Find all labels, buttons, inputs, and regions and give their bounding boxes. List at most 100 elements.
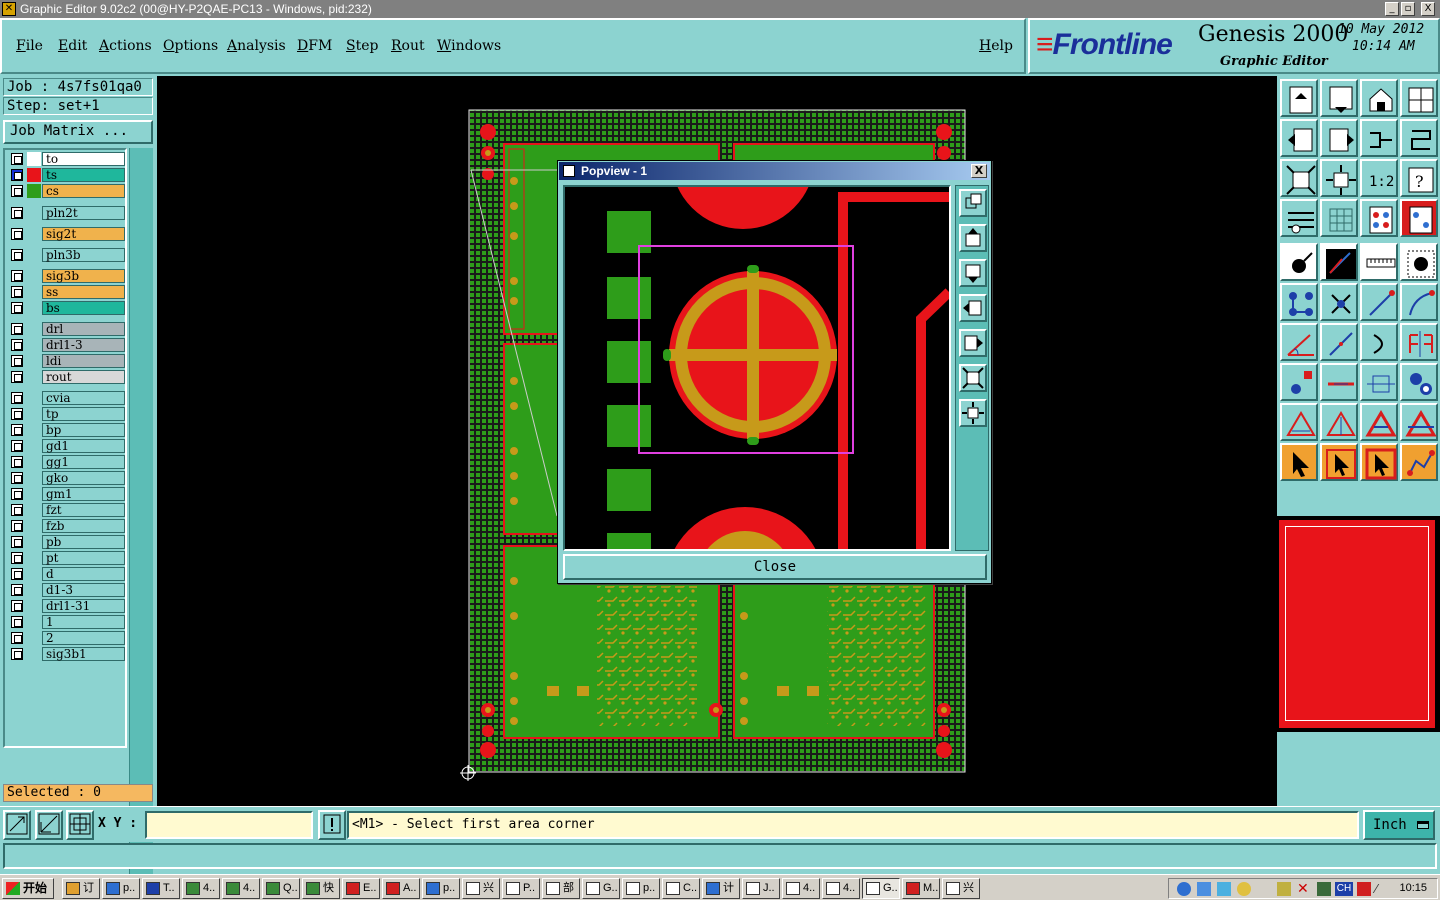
- layer-checkbox[interactable]: [11, 456, 23, 468]
- zoom-out-icon[interactable]: [1280, 119, 1318, 157]
- layer-name[interactable]: cvia: [42, 391, 125, 405]
- layer-checkbox[interactable]: [11, 552, 23, 564]
- taskbar-item[interactable]: 快: [302, 878, 340, 899]
- pop-down-icon[interactable]: [959, 259, 987, 287]
- layer-color-swatch[interactable]: [27, 301, 41, 315]
- layer-row-drl1-3[interactable]: drl1-3: [7, 338, 125, 352]
- pointer-icon[interactable]: [1280, 443, 1318, 481]
- taskbar-item[interactable]: 兴: [462, 878, 500, 899]
- command-line[interactable]: [3, 843, 1437, 869]
- taskbar-item[interactable]: 订: [62, 878, 100, 899]
- layer-checkbox[interactable]: [11, 286, 23, 298]
- layer-row-pt[interactable]: pt: [7, 551, 125, 565]
- pop-right-icon[interactable]: [959, 329, 987, 357]
- taskbar-item[interactable]: 4..: [222, 878, 260, 899]
- center-icon[interactable]: [1320, 159, 1358, 197]
- surface4-icon[interactable]: [1400, 403, 1438, 441]
- grid-mode-icon[interactable]: [66, 810, 94, 840]
- layer-row-tp[interactable]: tp: [7, 407, 125, 421]
- layer-name[interactable]: fzb: [42, 519, 125, 533]
- layer-row-pln2t[interactable]: pln2t: [7, 206, 125, 220]
- x-app-tray-icon[interactable]: ✕: [1297, 882, 1311, 896]
- layer-name[interactable]: tp: [42, 407, 125, 421]
- taskbar-item[interactable]: Q..: [262, 878, 300, 899]
- snap-icon[interactable]: [1360, 199, 1398, 237]
- layer-checkbox[interactable]: [11, 440, 23, 452]
- layer-name[interactable]: bp: [42, 423, 125, 437]
- pen-icon[interactable]: [1277, 882, 1291, 896]
- layer-color-swatch[interactable]: [27, 338, 41, 352]
- layer-name[interactable]: to: [42, 152, 125, 166]
- menu-windows[interactable]: Windows: [437, 38, 501, 54]
- menu-file[interactable]: File: [16, 38, 43, 54]
- layer-row-sig2t[interactable]: sig2t: [7, 227, 125, 241]
- layer-name[interactable]: sig3b: [42, 269, 125, 283]
- ie-icon[interactable]: [1177, 882, 1191, 896]
- layer-checkbox[interactable]: [11, 488, 23, 500]
- surface3-icon[interactable]: [1360, 403, 1398, 441]
- layer-name[interactable]: drl1-31: [42, 599, 125, 613]
- zoom-in-icon[interactable]: [1320, 119, 1358, 157]
- layer-checkbox[interactable]: [11, 207, 23, 219]
- layer-color-swatch[interactable]: [27, 423, 41, 437]
- app-icon[interactable]: ✕: [2, 2, 16, 16]
- layer-checkbox[interactable]: [11, 323, 23, 335]
- layer-row-gg1[interactable]: gg1: [7, 455, 125, 469]
- home-icon[interactable]: [1360, 79, 1398, 117]
- layer-checkbox[interactable]: [11, 185, 23, 197]
- undo-zoom-icon[interactable]: [1360, 119, 1398, 157]
- layer-color-swatch[interactable]: [27, 227, 41, 241]
- maximize-button[interactable]: ▫: [1401, 2, 1415, 16]
- job-matrix-button[interactable]: Job Matrix ...: [3, 120, 153, 144]
- layer-scrollbar[interactable]: [129, 148, 153, 878]
- taskbar-item[interactable]: E..: [342, 878, 380, 899]
- layer-checkbox[interactable]: [11, 504, 23, 516]
- layer-name[interactable]: cs: [42, 184, 125, 198]
- up-arrow-icon[interactable]: ⁄: [1375, 882, 1389, 896]
- layer-checkbox[interactable]: [11, 520, 23, 532]
- layer-color-swatch[interactable]: [27, 455, 41, 469]
- menu-help[interactable]: Help: [979, 38, 1013, 54]
- layer-name[interactable]: pt: [42, 551, 125, 565]
- layer-row-d1-3[interactable]: d1-3: [7, 583, 125, 597]
- surface-icon[interactable]: [1280, 403, 1318, 441]
- layer-color-swatch[interactable]: [27, 184, 41, 198]
- volume-icon[interactable]: [1217, 882, 1231, 896]
- minus-icon[interactable]: [1320, 363, 1358, 401]
- popview-zoom-view[interactable]: [563, 185, 951, 551]
- layer-name[interactable]: sig3b1: [42, 647, 125, 661]
- layer-row-ldi[interactable]: ldi: [7, 354, 125, 368]
- layer-checkbox[interactable]: [11, 339, 23, 351]
- taskbar-item[interactable]: T..: [142, 878, 180, 899]
- layer-checkbox[interactable]: [11, 153, 23, 165]
- layer-row-ss[interactable]: ss: [7, 285, 125, 299]
- layer-row-gd1[interactable]: gd1: [7, 439, 125, 453]
- ime-indicator[interactable]: CH: [1335, 882, 1353, 896]
- route-icon[interactable]: [1400, 443, 1438, 481]
- layer-name[interactable]: sig2t: [42, 227, 125, 241]
- layer-checkbox[interactable]: [11, 392, 23, 404]
- taskbar-item[interactable]: J..: [742, 878, 780, 899]
- menu-dfm[interactable]: DFM: [297, 38, 332, 54]
- layer-color-swatch[interactable]: [27, 391, 41, 405]
- taskbar-item[interactable]: 4..: [182, 878, 220, 899]
- taskbar-item[interactable]: 兴: [942, 878, 980, 899]
- layer-color-swatch[interactable]: [27, 583, 41, 597]
- layer-color-swatch[interactable]: [27, 567, 41, 581]
- taskbar-item[interactable]: 4..: [822, 878, 860, 899]
- app-tray-icon[interactable]: [1317, 882, 1331, 896]
- layer-color-swatch[interactable]: [27, 354, 41, 368]
- layer-row-pln3b[interactable]: pln3b: [7, 248, 125, 262]
- menu-rout[interactable]: Rout: [391, 38, 425, 54]
- line-add-icon[interactable]: [1360, 283, 1398, 321]
- layer-name[interactable]: d: [42, 567, 125, 581]
- taskbar-item[interactable]: M..: [902, 878, 940, 899]
- layer-name[interactable]: d1-3: [42, 583, 125, 597]
- layer-checkbox[interactable]: [11, 355, 23, 367]
- menu-analysis[interactable]: Analysis: [227, 38, 286, 54]
- popview-close-button[interactable]: Close: [563, 554, 987, 580]
- move-icon[interactable]: [1280, 363, 1318, 401]
- units-dropdown[interactable]: Inch: [1363, 810, 1435, 840]
- layer-color-swatch[interactable]: [27, 152, 41, 166]
- one-to-one-icon[interactable]: 1:2: [1360, 159, 1398, 197]
